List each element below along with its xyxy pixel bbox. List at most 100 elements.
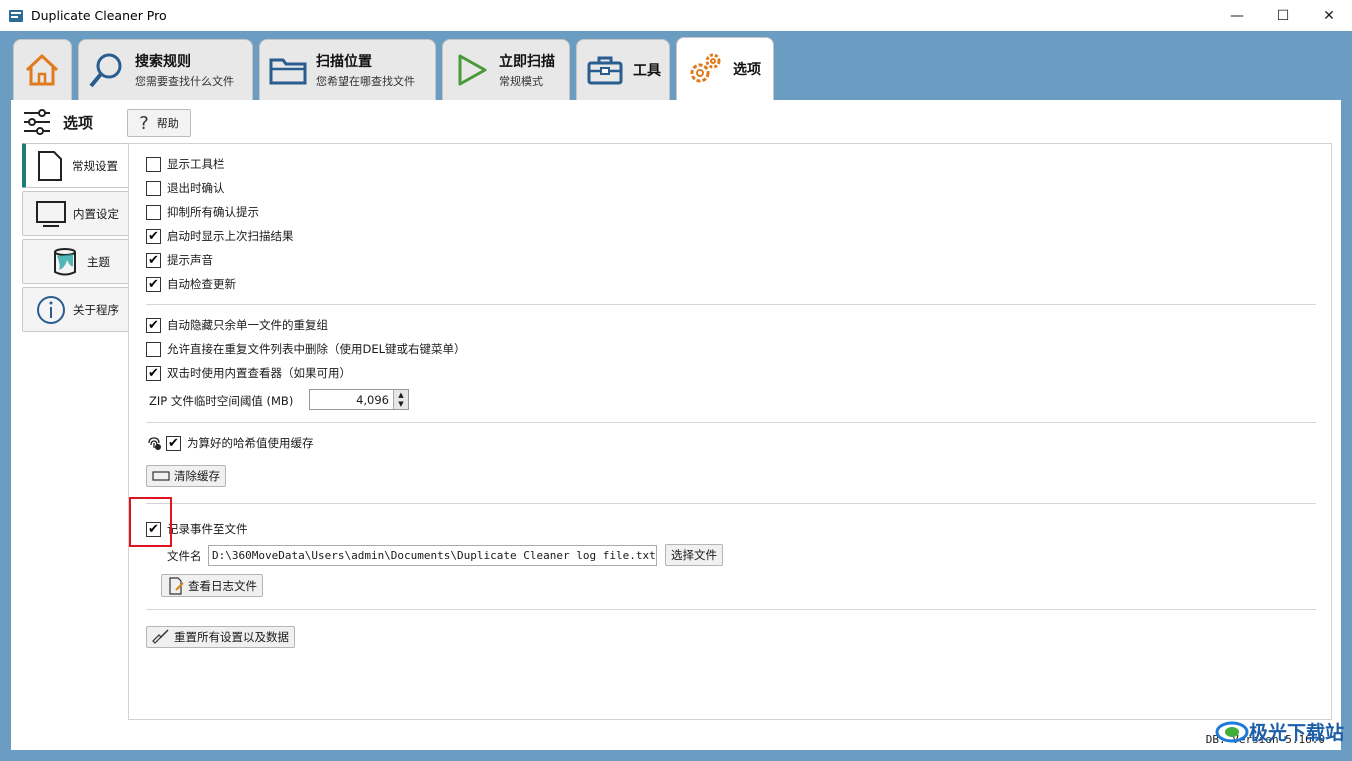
checkbox-box[interactable] xyxy=(146,204,161,220)
checkbox-checked[interactable]: ✔ xyxy=(146,365,161,381)
window-title: Duplicate Cleaner Pro xyxy=(31,8,167,23)
sidenav-label-general: 常规设置 xyxy=(72,158,118,173)
play-icon xyxy=(451,50,491,90)
checkbox-box[interactable] xyxy=(146,156,161,172)
zip-threshold-stepper[interactable]: 4,096 ▲ ▼ xyxy=(309,389,409,410)
checkbox-checked[interactable]: ✔ xyxy=(146,252,161,268)
divider xyxy=(146,422,1316,423)
checkbox-checked[interactable]: ✔ xyxy=(166,435,181,451)
allow-delete-label: 允许直接在重复文件列表中删除（使用DEL键或右键菜单） xyxy=(167,342,466,356)
auto-hide-checkbox[interactable]: ✔ 自动隐藏只余单一文件的重复组 xyxy=(146,317,328,333)
monitor-icon xyxy=(35,198,67,230)
sidenav-label-theme: 主题 xyxy=(87,254,110,269)
sidenav-item-builtin[interactable]: 内置设定 xyxy=(22,191,130,236)
highlight-box xyxy=(129,497,172,547)
title-bar: Duplicate Cleaner Pro — ☐ ✕ xyxy=(0,0,1352,31)
divider xyxy=(146,609,1316,610)
question-icon: ? xyxy=(139,112,149,134)
show-toolbar-checkbox[interactable]: 显示工具栏 xyxy=(146,156,225,172)
home-icon xyxy=(22,50,62,90)
document-icon xyxy=(34,150,66,182)
tab-search-rules-title: 搜索规则 xyxy=(135,54,191,70)
tab-scan-now-title: 立即扫描 xyxy=(499,54,555,70)
tab-scan-location-subtitle: 您希望在哪查找文件 xyxy=(316,75,415,88)
sidenav-item-general[interactable]: 常规设置 xyxy=(22,143,130,188)
watermark-logo-icon xyxy=(1215,721,1249,742)
hash-cache-label: 为算好的哈希值使用缓存 xyxy=(187,436,314,450)
builtin-viewer-label: 双击时使用内置查看器（如果可用） xyxy=(167,366,351,380)
tab-tools[interactable]: 工具 xyxy=(576,39,670,100)
view-log-label: 查看日志文件 xyxy=(188,578,257,593)
tab-home[interactable] xyxy=(13,39,72,100)
sliders-icon xyxy=(24,109,50,135)
sound-label: 提示声音 xyxy=(167,253,213,267)
minimize-button[interactable]: — xyxy=(1214,0,1260,31)
confirm-exit-label: 退出时确认 xyxy=(167,181,225,195)
close-button[interactable]: ✕ xyxy=(1306,0,1352,31)
hash-cache-checkbox[interactable]: ✔ 为算好的哈希值使用缓存 xyxy=(146,435,314,451)
show-last-scan-label: 启动时显示上次扫描结果 xyxy=(167,229,294,243)
broom-icon xyxy=(152,629,169,644)
zip-threshold-value[interactable]: 4,096 xyxy=(310,393,393,407)
watermark-text: 极光下载站 xyxy=(1248,722,1344,744)
filename-label: 文件名 xyxy=(167,549,202,563)
tab-scan-now[interactable]: 立即扫描 常规模式 xyxy=(442,39,570,100)
tab-search-rules-subtitle: 您需要查找什么文件 xyxy=(135,75,234,88)
toolbox-icon xyxy=(585,50,625,90)
tab-search-rules[interactable]: 搜索规则 您需要查找什么文件 xyxy=(78,39,253,100)
divider xyxy=(146,503,1316,504)
tab-scan-location-title: 扫描位置 xyxy=(316,54,372,70)
fingerprint-icon xyxy=(148,437,161,450)
checkbox-checked[interactable]: ✔ xyxy=(146,317,161,333)
main-tabs: 搜索规则 您需要查找什么文件 扫描位置 您希望在哪查找文件 立即扫描 常规模式 … xyxy=(0,31,1352,101)
tab-options-title: 选项 xyxy=(733,62,761,78)
maximize-button[interactable]: ☐ xyxy=(1260,0,1306,31)
tab-tools-title: 工具 xyxy=(633,63,661,79)
stepper-down-icon[interactable]: ▼ xyxy=(394,399,408,409)
options-panel: 选项 ? 帮助 常规设置 内置设定 主题 关于程序 显示工具栏 退出时确认 抑制… xyxy=(11,100,1341,750)
builtin-viewer-checkbox[interactable]: ✔ 双击时使用内置查看器（如果可用） xyxy=(146,365,351,381)
paint-bucket-icon xyxy=(49,246,81,278)
folder-icon xyxy=(268,50,308,90)
auto-update-checkbox[interactable]: ✔ 自动检查更新 xyxy=(146,276,236,292)
log-events-label: 记录事件至文件 xyxy=(167,522,248,536)
options-header: 选项 xyxy=(21,106,93,138)
choose-file-label: 选择文件 xyxy=(671,548,717,562)
sidenav-item-theme[interactable]: 主题 xyxy=(22,239,130,284)
suppress-confirm-label: 抑制所有确认提示 xyxy=(167,205,259,219)
auto-hide-label: 自动隐藏只余单一文件的重复组 xyxy=(167,318,328,332)
show-last-scan-checkbox[interactable]: ✔ 启动时显示上次扫描结果 xyxy=(146,228,294,244)
gears-icon xyxy=(685,49,725,89)
sound-checkbox[interactable]: ✔ 提示声音 xyxy=(146,252,213,268)
stepper-up-icon[interactable]: ▲ xyxy=(394,390,408,400)
checkbox-checked[interactable]: ✔ xyxy=(146,276,161,292)
info-icon xyxy=(35,294,67,326)
reset-all-button[interactable]: 重置所有设置以及数据 xyxy=(146,626,295,648)
tab-scan-location[interactable]: 扫描位置 您希望在哪查找文件 xyxy=(259,39,436,100)
show-toolbar-label: 显示工具栏 xyxy=(167,157,225,171)
view-log-button[interactable]: 查看日志文件 xyxy=(161,574,263,597)
checkbox-checked[interactable]: ✔ xyxy=(146,228,161,244)
eraser-icon xyxy=(152,471,170,481)
watermark: 极光下载站 xyxy=(1215,718,1344,745)
general-settings-content: 显示工具栏 退出时确认 抑制所有确认提示 ✔ 启动时显示上次扫描结果 ✔ 提示声… xyxy=(128,143,1332,720)
checkbox-box[interactable] xyxy=(146,341,161,357)
help-label: 帮助 xyxy=(156,117,179,130)
confirm-exit-checkbox[interactable]: 退出时确认 xyxy=(146,180,225,196)
help-button[interactable]: ? 帮助 xyxy=(127,109,191,137)
page-title: 选项 xyxy=(63,113,94,132)
tab-options[interactable]: 选项 xyxy=(676,37,774,100)
clear-cache-button[interactable]: 清除缓存 xyxy=(146,465,226,487)
sidenav-item-about[interactable]: 关于程序 xyxy=(22,287,130,332)
zip-threshold-label: ZIP 文件临时空间阈值 (MB) xyxy=(149,394,294,408)
edit-document-icon xyxy=(169,576,184,595)
choose-file-button[interactable]: 选择文件 xyxy=(665,544,723,566)
checkbox-box[interactable] xyxy=(146,180,161,196)
log-filename-field[interactable]: D:\360MoveData\Users\admin\Documents\Dup… xyxy=(208,545,657,566)
suppress-confirm-checkbox[interactable]: 抑制所有确认提示 xyxy=(146,204,259,220)
options-sidenav: 常规设置 内置设定 主题 关于程序 xyxy=(22,143,130,335)
allow-delete-checkbox[interactable]: 允许直接在重复文件列表中删除（使用DEL键或右键菜单） xyxy=(146,341,466,357)
clear-cache-label: 清除缓存 xyxy=(174,469,220,483)
search-icon xyxy=(87,50,127,90)
reset-all-label: 重置所有设置以及数据 xyxy=(174,630,289,644)
